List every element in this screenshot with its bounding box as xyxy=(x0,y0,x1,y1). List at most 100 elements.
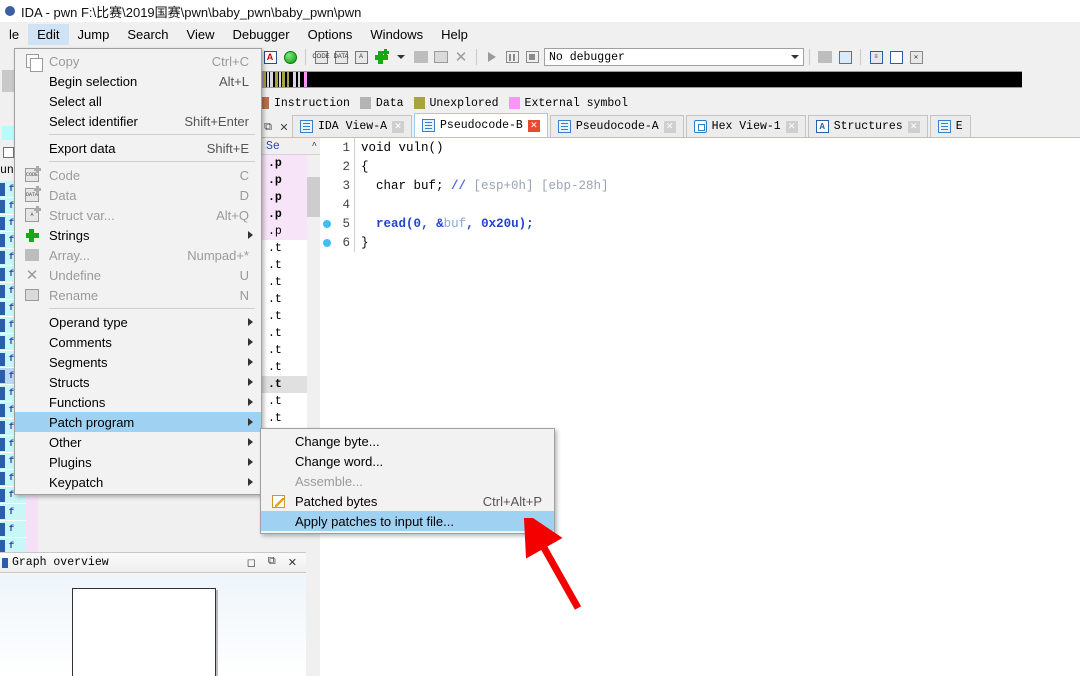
edit-menu-item-begin-selection[interactable]: Begin selection Alt+L xyxy=(15,71,261,91)
green-run-icon[interactable] xyxy=(281,48,299,66)
segments-column-header[interactable]: Se ^ xyxy=(260,138,320,155)
edit-menu-item-struct-var: A Struct var... Alt+Q xyxy=(15,205,261,225)
pseudocode-line[interactable]: 1 void vuln() xyxy=(320,138,1080,157)
menu-debugger[interactable]: Debugger xyxy=(223,24,298,45)
menu-search[interactable]: Search xyxy=(118,24,177,45)
chevron-down-icon[interactable] xyxy=(787,55,803,59)
tab-e[interactable]: E xyxy=(929,115,971,137)
tab-close-icon[interactable]: ✕ xyxy=(785,120,798,133)
code-token: buf xyxy=(443,216,467,231)
breakpoints-icon[interactable]: ≡ xyxy=(867,48,885,66)
menu-windows[interactable]: Windows xyxy=(361,24,432,45)
edit-menu-item-keypatch[interactable]: Keypatch xyxy=(15,472,261,492)
ida-logo-icon[interactable]: A xyxy=(261,48,279,66)
pseudocode-line[interactable]: 4 xyxy=(320,195,1080,214)
tab-close-icon[interactable]: ✕ xyxy=(663,120,676,133)
edit-menu-item-select-all[interactable]: Select all xyxy=(15,91,261,111)
rename-icon[interactable] xyxy=(432,48,450,66)
patch-submenu-item-apply-patches-to-input-file[interactable]: Apply patches to input file... xyxy=(261,511,554,531)
menu-help[interactable]: Help xyxy=(432,24,477,45)
function-list-item[interactable]: f xyxy=(0,521,26,538)
pseudocode-line[interactable]: 3 char buf; // [esp+0h] [ebp-28h] xyxy=(320,176,1080,195)
add-icon[interactable] xyxy=(372,48,390,66)
data-icon[interactable]: DATA xyxy=(332,48,350,66)
edit-menu-item-structs[interactable]: Structs xyxy=(15,372,261,392)
close-icon[interactable]: ✕ xyxy=(276,117,292,137)
tab-close-icon[interactable]: ✕ xyxy=(527,119,540,132)
scrollbar-thumb[interactable] xyxy=(307,177,320,217)
step-over-icon[interactable] xyxy=(836,48,854,66)
toolbar-separator xyxy=(860,49,861,65)
copy-icon xyxy=(25,54,43,72)
code-icon[interactable]: CODE xyxy=(312,48,330,66)
pseudocode-view[interactable]: 1 void vuln() 2{3 char buf; // [esp+0h] [e… xyxy=(320,138,1080,676)
edit-menu-item-operand-type[interactable]: Operand type xyxy=(15,312,261,332)
menu-item-label: Undefine xyxy=(49,267,102,283)
struct-icon[interactable] xyxy=(412,48,430,66)
edit-menu-item-segments[interactable]: Segments xyxy=(15,352,261,372)
step-into-icon[interactable] xyxy=(816,48,834,66)
restore-icon[interactable]: ⧉ xyxy=(268,556,276,570)
function-list-item[interactable]: f xyxy=(0,504,26,521)
pause-icon[interactable] xyxy=(503,48,521,66)
code-token: char buf; xyxy=(361,178,452,193)
tabs-host: IDA View-A ✕ Pseudocode-B ✕ Pseudocode-A ✕ Hex… xyxy=(292,113,973,137)
menu-options[interactable]: Options xyxy=(299,24,362,45)
tab-close-icon[interactable]: ✕ xyxy=(392,120,405,133)
tab-ida-view-a[interactable]: IDA View-A ✕ xyxy=(292,115,413,137)
navigation-band[interactable] xyxy=(262,71,1078,88)
view-icon xyxy=(422,119,436,132)
sort-ascending-icon[interactable]: ^ xyxy=(312,141,317,151)
menu-view[interactable]: View xyxy=(178,24,224,45)
edit-menu-item-comments[interactable]: Comments xyxy=(15,332,261,352)
tab-structures[interactable]: Structures ✕ xyxy=(807,115,928,137)
graph-overview-body[interactable] xyxy=(0,574,306,676)
undefine-icon[interactable]: ✕ xyxy=(452,48,470,66)
pseudocode-line[interactable]: 2{ xyxy=(320,157,1080,176)
menu-item-label: Other xyxy=(49,434,82,450)
menu-file[interactable]: le xyxy=(0,24,28,45)
tab-close-icon[interactable]: ✕ xyxy=(907,120,920,133)
breakpoint-icon[interactable] xyxy=(320,219,334,228)
edit-menu-item-other[interactable]: Other xyxy=(15,432,261,452)
edit-menu-item-patch-program[interactable]: Patch program xyxy=(15,412,261,432)
segment-name: .p xyxy=(268,191,282,204)
dropdown-arrow-icon[interactable] xyxy=(392,48,410,66)
edit-menu-item-functions[interactable]: Functions xyxy=(15,392,261,412)
breakpoint-icon[interactable] xyxy=(320,238,334,247)
menu-edit[interactable]: Edit xyxy=(28,24,69,45)
tab-hex-view-1[interactable]: Hex View-1 ✕ xyxy=(685,115,806,137)
pseudocode-line[interactable]: 5 read(0, & buf, 0x20u); xyxy=(320,214,1080,233)
run-icon[interactable] xyxy=(483,48,501,66)
restore-icon[interactable]: ⧉ xyxy=(260,117,276,137)
navigation-band-segment xyxy=(267,72,269,87)
checkbox-icon[interactable] xyxy=(3,147,14,158)
edit-menu-item-select-identifier[interactable]: Select identifier Shift+Enter xyxy=(15,111,261,131)
ascii-icon[interactable]: A xyxy=(352,48,370,66)
legend-color-swatch xyxy=(413,97,425,109)
edit-dropdown-menu[interactable]: Copy Ctrl+C Begin selection Alt+L Select all… xyxy=(14,48,262,495)
menu-item-label: Begin selection xyxy=(49,73,138,89)
title-bar: IDA - pwn F:\比赛\2019国赛\pwn\baby_pwn\baby… xyxy=(0,0,1080,22)
edit-menu-item-plugins[interactable]: Plugins xyxy=(15,452,261,472)
graph-overview-viewport[interactable] xyxy=(72,588,216,676)
add-breakpoint-icon[interactable] xyxy=(887,48,905,66)
menu-item-label: Export data xyxy=(49,140,116,156)
menu-jump[interactable]: Jump xyxy=(69,24,119,45)
pseudocode-line[interactable]: 6} xyxy=(320,233,1080,252)
edit-menu-item-strings[interactable]: Strings xyxy=(15,225,261,245)
close-icon[interactable]: ✕ xyxy=(288,556,297,570)
tab-pseudocode-b[interactable]: Pseudocode-B ✕ xyxy=(414,113,548,137)
patch-program-submenu[interactable]: Change byte... Change word... Assemble... P… xyxy=(260,428,555,534)
patch-submenu-item-patched-bytes[interactable]: Patched bytes Ctrl+Alt+P xyxy=(261,491,554,511)
stop-icon[interactable] xyxy=(523,48,541,66)
graph-overview-panel: Graph overview ◻ ⧉ ✕ xyxy=(0,552,306,676)
maximize-icon[interactable]: ◻ xyxy=(247,556,256,570)
delete-breakpoint-icon[interactable]: ✕ xyxy=(907,48,925,66)
tab-pseudocode-a[interactable]: Pseudocode-A ✕ xyxy=(549,115,684,137)
navigation-band-segment xyxy=(287,72,289,87)
debugger-select[interactable]: No debugger xyxy=(544,48,804,66)
patch-submenu-item-change-byte[interactable]: Change byte... xyxy=(261,431,554,451)
edit-menu-item-export-data[interactable]: Export data Shift+E xyxy=(15,138,261,158)
patch-submenu-item-change-word[interactable]: Change word... xyxy=(261,451,554,471)
